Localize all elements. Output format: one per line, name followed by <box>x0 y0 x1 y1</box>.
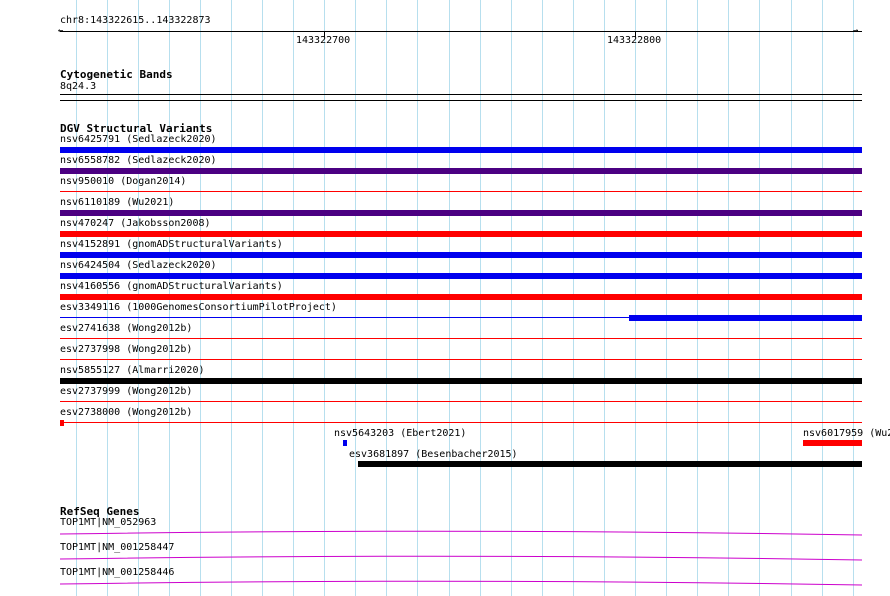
genome-browser: chr8:143322615..143322873 ← → 143322700 1… <box>0 0 890 596</box>
dgv-track-label[interactable]: nsv4152891 (gnomADStructuralVariants) <box>60 239 283 251</box>
dgv-variant-bar[interactable] <box>629 315 862 321</box>
dgv-variant-bar[interactable] <box>60 231 862 237</box>
ruler-tick-label: 143322800 <box>607 35 662 46</box>
dgv-variant-bar[interactable] <box>60 273 862 279</box>
dgv-track-baseline <box>60 422 862 423</box>
dgv-variant-bar[interactable] <box>60 147 862 153</box>
ruler-tick-label: 143322700 <box>296 35 351 46</box>
dgv-track-label[interactable]: nsv6424504 (Sedlazeck2020) <box>60 260 217 272</box>
dgv-feature-bar[interactable] <box>343 440 347 446</box>
dgv-track-label[interactable]: esv3349116 (1000GenomesConsortiumPilotPr… <box>60 302 337 314</box>
dgv-track-label[interactable]: nsv6425791 (Sedlazeck2020) <box>60 134 217 146</box>
gene-intron-curve <box>59 580 863 586</box>
dgv-track-label[interactable]: esv2737998 (Wong2012b) <box>60 344 192 356</box>
cytoband-label[interactable]: 8q24.3 <box>60 81 96 93</box>
ruler-right-arrow-icon[interactable]: → <box>853 26 858 36</box>
dgv-feature-label[interactable]: nsv6017959 (Wu2 <box>803 428 890 440</box>
dgv-track-baseline <box>60 191 862 192</box>
dgv-feature-label[interactable]: nsv5643203 (Ebert2021) <box>334 428 466 440</box>
locus-label: chr8:143322615..143322873 <box>60 15 211 26</box>
dgv-track-label[interactable]: nsv4160556 (gnomADStructuralVariants) <box>60 281 283 293</box>
dgv-variant-bar[interactable] <box>60 294 862 300</box>
cytoband-bar-top <box>60 94 862 95</box>
dgv-variant-bar[interactable] <box>60 378 862 384</box>
ruler-left-arrow-icon[interactable]: ← <box>58 26 63 36</box>
gene-intron-curve <box>59 555 863 561</box>
dgv-track-label[interactable]: nsv950010 (Dogan2014) <box>60 176 186 188</box>
dgv-track-label[interactable]: nsv5855127 (Almarri2020) <box>60 365 205 377</box>
ruler-axis <box>60 31 862 32</box>
dgv-track-baseline <box>60 338 862 339</box>
dgv-track-baseline <box>60 359 862 360</box>
dgv-variant-bar[interactable] <box>60 420 64 426</box>
refseq-gene-line[interactable] <box>59 550 863 564</box>
dgv-feature-bar[interactable] <box>803 440 862 446</box>
gene-intron-curve <box>59 530 863 536</box>
dgv-track-label[interactable]: esv2738000 (Wong2012b) <box>60 407 192 419</box>
dgv-track-label[interactable]: nsv6558782 (Sedlazeck2020) <box>60 155 217 167</box>
cytoband-track-title[interactable]: Cytogenetic Bands <box>60 68 173 81</box>
dgv-variant-bar[interactable] <box>60 252 862 258</box>
dgv-track-label[interactable]: nsv470247 (Jakobsson2008) <box>60 218 211 230</box>
dgv-variant-bar[interactable] <box>60 210 862 216</box>
dgv-track-label[interactable]: nsv6110189 (Wu2021) <box>60 197 174 209</box>
dgv-feature-bar[interactable] <box>358 461 862 467</box>
refseq-gene-line[interactable] <box>59 575 863 589</box>
dgv-variant-bar[interactable] <box>60 168 862 174</box>
dgv-feature-label[interactable]: esv3681897 (Besenbacher2015) <box>349 449 518 461</box>
dgv-track-label[interactable]: esv2737999 (Wong2012b) <box>60 386 192 398</box>
cytoband-bar-bottom <box>60 100 862 101</box>
dgv-track-baseline <box>60 401 862 402</box>
dgv-track-label[interactable]: esv2741638 (Wong2012b) <box>60 323 192 335</box>
refseq-gene-line[interactable] <box>59 525 863 539</box>
